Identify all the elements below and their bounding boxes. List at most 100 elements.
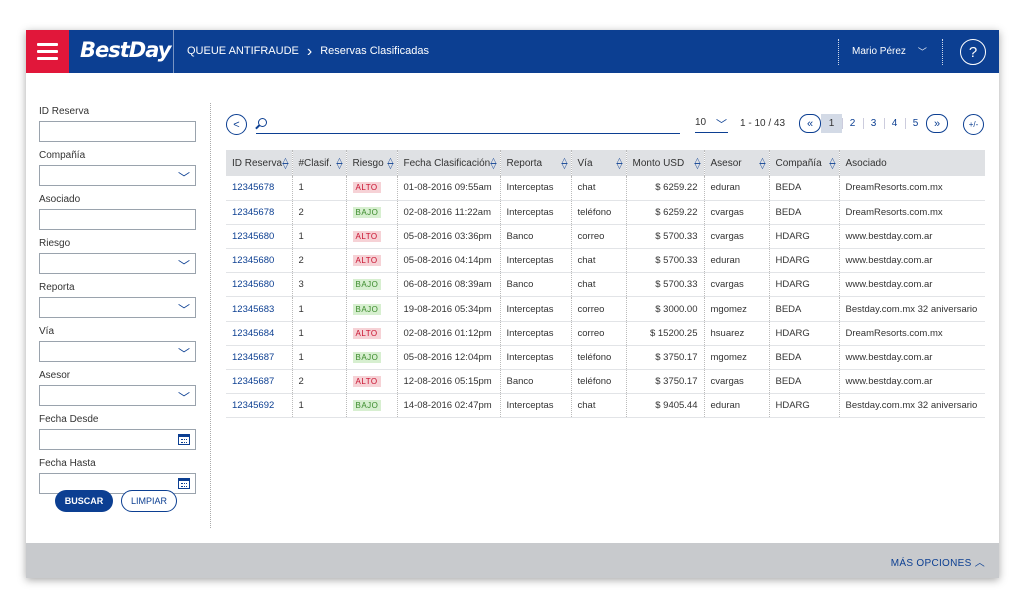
- page-2-button[interactable]: 2: [842, 114, 863, 133]
- calendar-icon[interactable]: [178, 434, 190, 445]
- cell-id-reserva[interactable]: 12345687: [226, 345, 292, 371]
- cell-id-reserva[interactable]: 12345680: [226, 224, 292, 250]
- reservation-link[interactable]: 12345680: [232, 279, 274, 290]
- cell-riesgo: BAJO: [345, 272, 397, 298]
- sort-icon[interactable]: △ ▽: [336, 157, 342, 170]
- breadcrumb-item-queue[interactable]: QUEUE ANTIFRAUDE: [187, 45, 299, 57]
- back-button[interactable]: <: [226, 114, 247, 135]
- sort-icon[interactable]: △ ▽: [829, 157, 835, 170]
- asociado-input[interactable]: [39, 209, 196, 230]
- table-cell: teléfono: [570, 369, 626, 395]
- cell-id-reserva[interactable]: 12345687: [226, 369, 292, 395]
- columns-toggle-button[interactable]: +/-: [963, 114, 984, 135]
- sort-icon[interactable]: △ ▽: [759, 157, 765, 170]
- reservation-link[interactable]: 12345678: [232, 207, 274, 218]
- sort-icon[interactable]: △ ▽: [490, 157, 496, 170]
- page-1-button[interactable]: 1: [821, 114, 842, 133]
- table-cell: 05-08-2016 03:36pm: [396, 224, 500, 250]
- id-reserva-input[interactable]: [39, 121, 196, 142]
- table-cell: Banco: [499, 224, 571, 250]
- column-header[interactable]: Riesgo △ ▽: [345, 150, 397, 176]
- table-row[interactable]: 12345680 2 ALTO 05-08-2016 04:14pm Intercept…: [226, 248, 985, 274]
- more-options-label: MÁS OPCIONES: [890, 558, 972, 569]
- table-cell: mgomez: [703, 345, 769, 371]
- cell-id-reserva[interactable]: 12345684: [226, 321, 292, 346]
- sort-icon[interactable]: △ ▽: [561, 157, 567, 170]
- fecha-desde-input[interactable]: [39, 429, 196, 450]
- cell-id-reserva[interactable]: 12345680: [226, 272, 292, 298]
- reservation-link[interactable]: 12345687: [232, 376, 274, 387]
- risk-badge: BAJO: [352, 279, 382, 291]
- table-row[interactable]: 12345680 1 ALTO 05-08-2016 03:36pm Banco corr…: [226, 224, 985, 250]
- per-page-value: 10: [695, 117, 707, 128]
- hamburger-menu-button[interactable]: [26, 30, 69, 73]
- limpiar-button[interactable]: LIMPIAR: [121, 490, 177, 512]
- column-header[interactable]: Compañía △ ▽: [768, 150, 839, 176]
- column-header[interactable]: #Clasif. △ ▽: [291, 150, 346, 176]
- table-row[interactable]: 12345684 1 ALTO 02-08-2016 01:12pm Intercept…: [226, 321, 985, 346]
- user-menu[interactable]: Mario Pérez ﹀: [852, 45, 927, 58]
- table-cell: BEDA: [768, 200, 839, 225]
- cell-id-reserva[interactable]: 12345692: [226, 393, 292, 419]
- sort-icon[interactable]: △ ▽: [387, 157, 393, 170]
- cell-id-reserva[interactable]: 12345678: [226, 200, 292, 225]
- search-icon: [258, 118, 267, 127]
- table-cell: 02-08-2016 11:22am: [396, 200, 500, 225]
- page-4-button[interactable]: 4: [884, 114, 905, 133]
- table-row[interactable]: 12345683 1 BAJO 19-08-2016 05:34pm Intercept…: [226, 296, 985, 322]
- reservation-link[interactable]: 12345687: [232, 352, 274, 363]
- table-row[interactable]: 12345678 2 BAJO 02-08-2016 11:22am Intercept…: [226, 200, 985, 225]
- page-5-button[interactable]: 5: [905, 114, 926, 133]
- column-header[interactable]: Fecha Clasificación △ ▽: [396, 150, 500, 176]
- first-page-button[interactable]: «: [799, 114, 821, 133]
- reservation-link[interactable]: 12345678: [232, 182, 274, 193]
- column-header[interactable]: Vía △ ▽: [570, 150, 626, 176]
- table-row[interactable]: 12345692 1 BAJO 14-08-2016 02:47pm Intercept…: [226, 393, 985, 419]
- page-3-button[interactable]: 3: [863, 114, 884, 133]
- table-cell: 1: [291, 393, 346, 419]
- column-header[interactable]: ID Reserva △ ▽: [226, 150, 292, 176]
- bestday-logo[interactable]: BestDay: [80, 38, 171, 62]
- table-cell: teléfono: [570, 200, 626, 225]
- column-header[interactable]: Asociado: [838, 150, 985, 176]
- reservation-link[interactable]: 12345692: [232, 400, 274, 411]
- table-row[interactable]: 12345678 1 ALTO 01-08-2016 09:55am Intercept…: [226, 176, 985, 201]
- reservation-link[interactable]: 12345680: [232, 255, 274, 266]
- last-page-button[interactable]: »: [926, 114, 948, 133]
- table-row[interactable]: 12345687 2 ALTO 12-08-2016 05:15pm Banco telé…: [226, 369, 985, 395]
- calendar-icon[interactable]: [178, 478, 190, 489]
- chevron-down-icon: ﹀: [177, 303, 190, 317]
- reservation-link[interactable]: 12345683: [232, 304, 274, 315]
- reservation-link[interactable]: 12345680: [232, 231, 274, 242]
- column-header[interactable]: Monto USD △ ▽: [625, 150, 704, 176]
- column-header[interactable]: Reporta △ ▽: [499, 150, 571, 176]
- sort-icon[interactable]: △ ▽: [694, 157, 700, 170]
- help-button[interactable]: ?: [960, 39, 986, 65]
- sort-icon[interactable]: △ ▽: [616, 157, 622, 170]
- table-row[interactable]: 12345680 3 BAJO 06-08-2016 08:39am Banco chat…: [226, 272, 985, 298]
- reporta-select[interactable]: ﹀: [39, 297, 196, 318]
- buscar-button[interactable]: BUSCAR: [55, 490, 113, 512]
- cell-riesgo: BAJO: [345, 296, 397, 322]
- compania-select[interactable]: ﹀: [39, 165, 196, 186]
- table-cell: eduran: [703, 393, 769, 419]
- asesor-select[interactable]: ﹀: [39, 385, 196, 406]
- cell-riesgo: ALTO: [345, 224, 397, 250]
- cell-id-reserva[interactable]: 12345683: [226, 296, 292, 322]
- table-cell: 1: [291, 296, 346, 322]
- column-header-label: Fecha Clasificación: [403, 157, 491, 169]
- cell-id-reserva[interactable]: 12345678: [226, 176, 292, 201]
- table-row[interactable]: 12345687 1 BAJO 05-08-2016 12:04pm Intercept…: [226, 345, 985, 371]
- chevron-left-icon: <: [233, 118, 240, 131]
- reservation-link[interactable]: 12345684: [232, 328, 274, 339]
- per-page-select[interactable]: 10 ﹀: [695, 114, 728, 133]
- search-input[interactable]: [274, 116, 674, 132]
- filter-reporta: Reporta ﹀: [39, 282, 197, 318]
- cell-id-reserva[interactable]: 12345680: [226, 248, 292, 274]
- footer-bar: MÁS OPCIONES ︿: [26, 543, 999, 578]
- via-select[interactable]: ﹀: [39, 341, 196, 362]
- riesgo-select[interactable]: ﹀: [39, 253, 196, 274]
- sort-icon[interactable]: △ ▽: [282, 157, 288, 170]
- more-options-button[interactable]: MÁS OPCIONES ︿: [891, 554, 985, 569]
- column-header[interactable]: Asesor △ ▽: [703, 150, 769, 176]
